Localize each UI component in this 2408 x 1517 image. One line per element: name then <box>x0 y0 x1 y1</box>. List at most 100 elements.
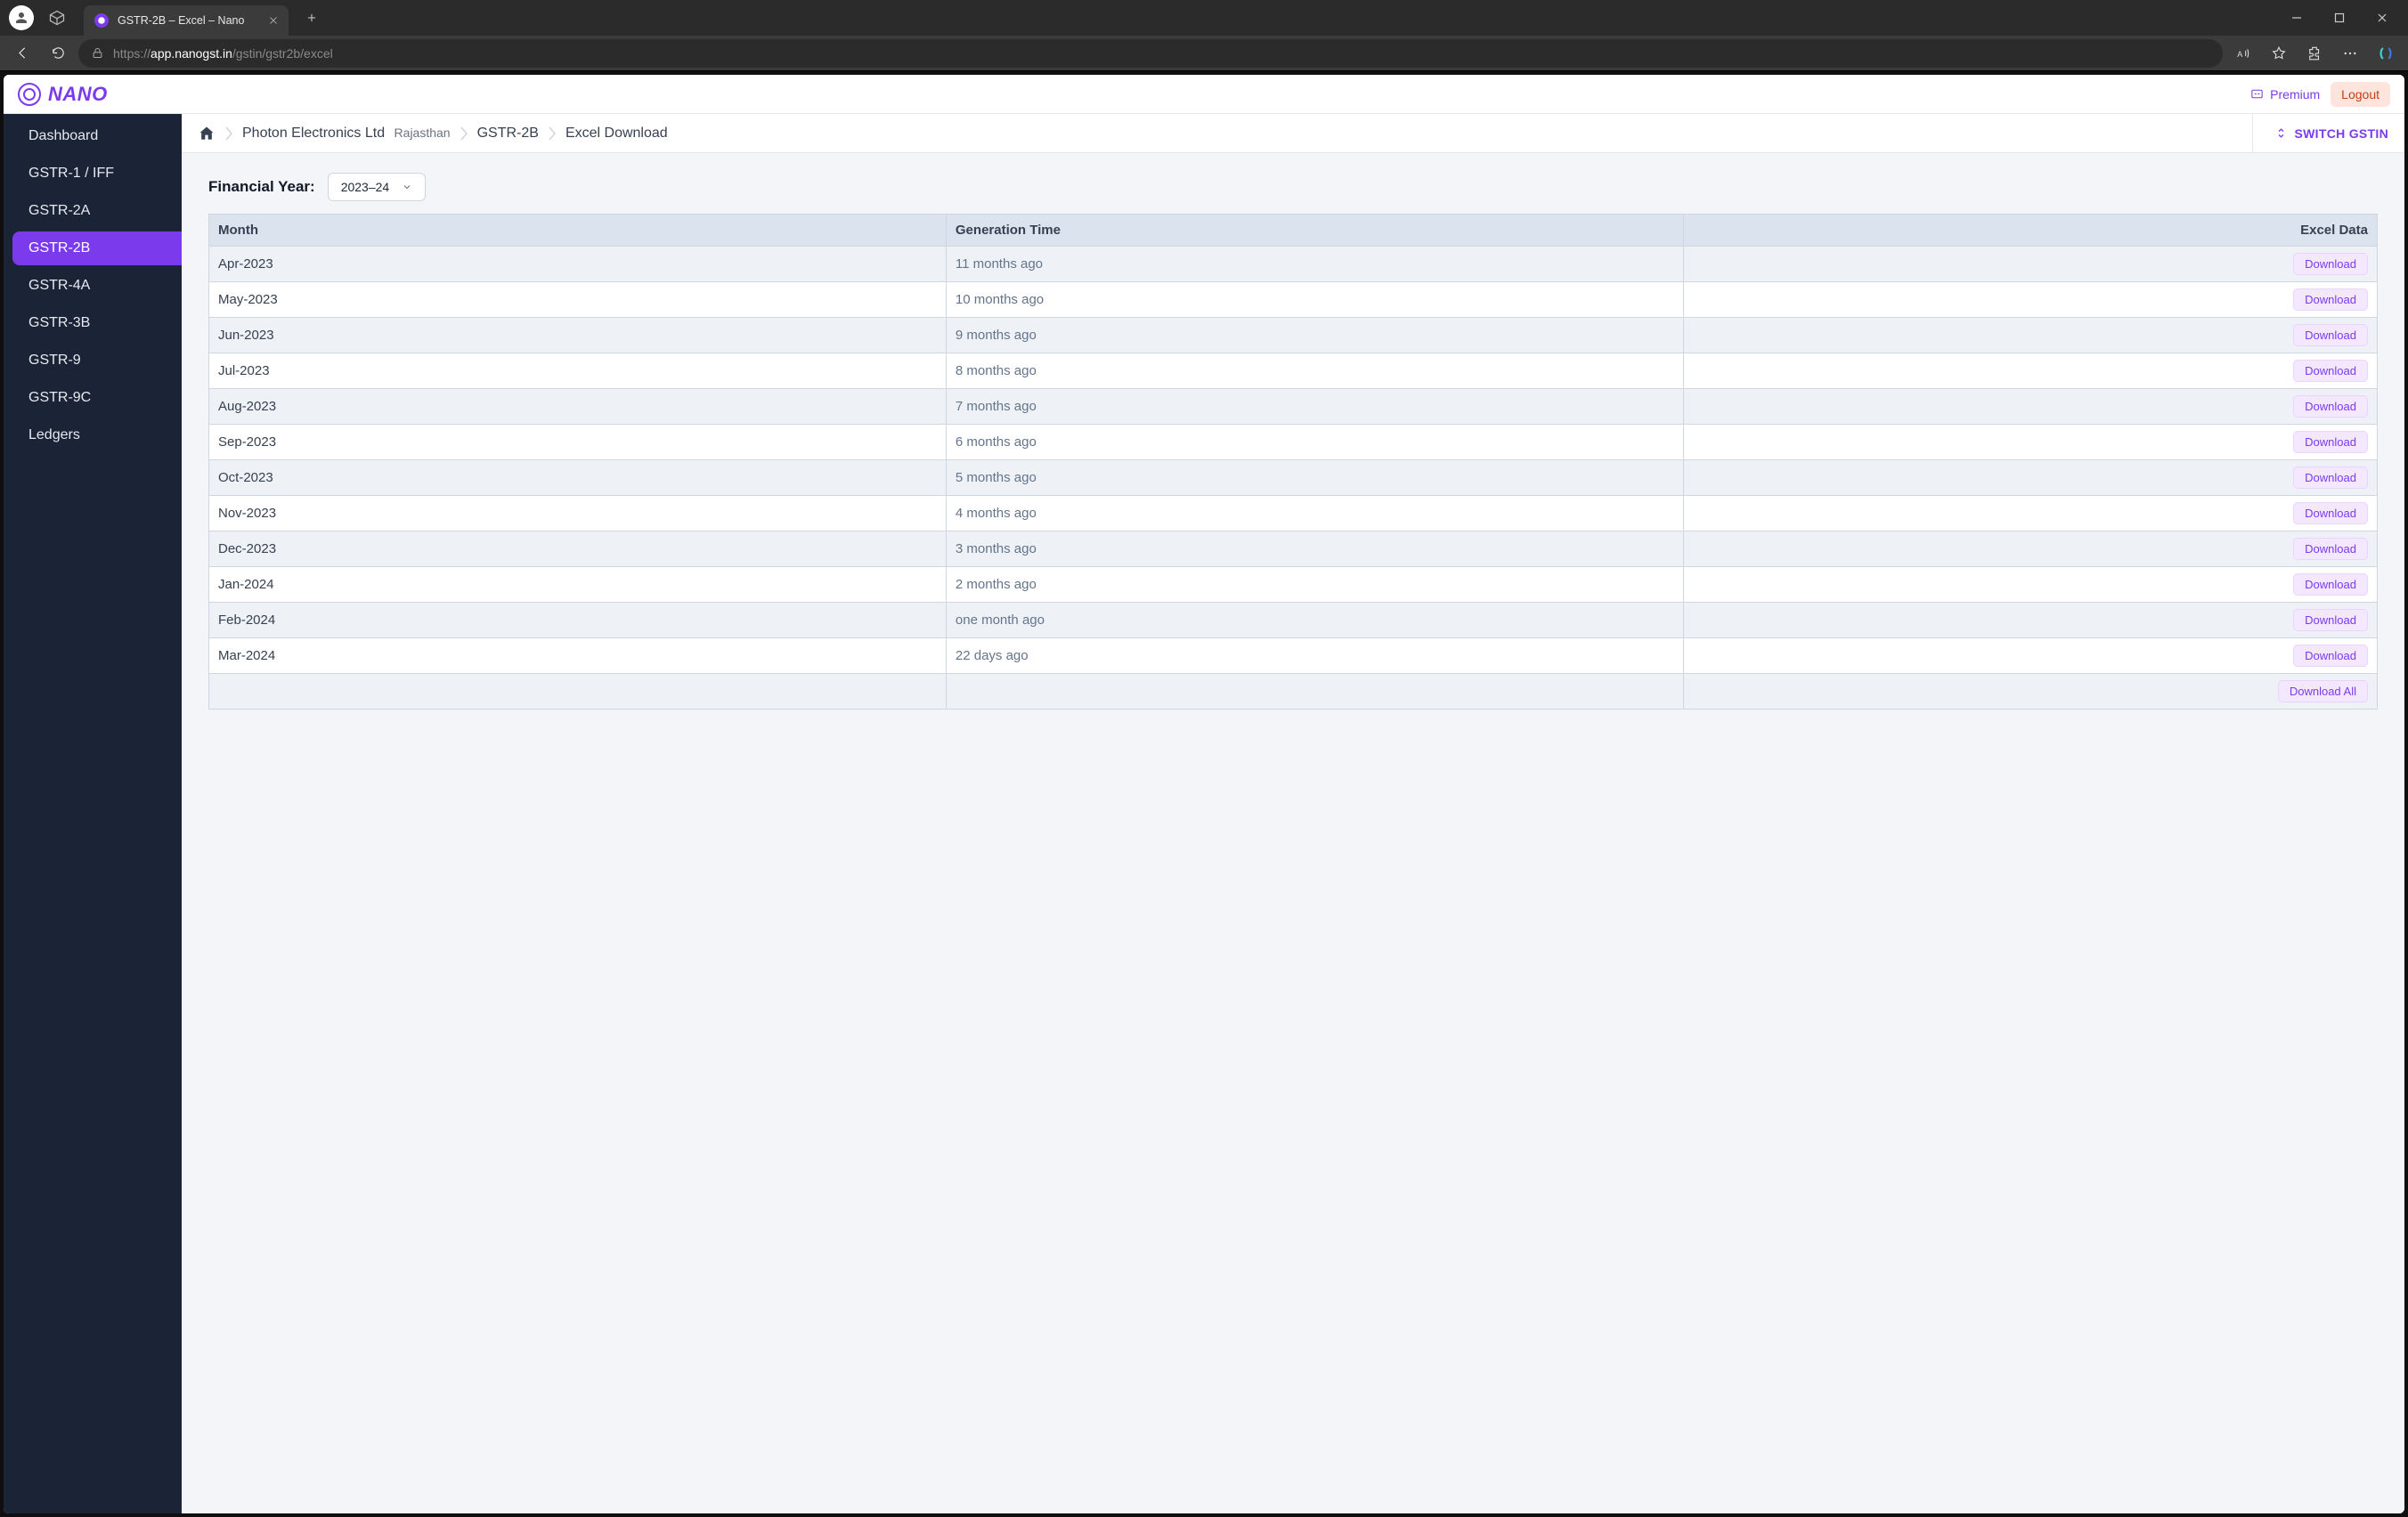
cell-excel-data: Download <box>1683 496 2377 531</box>
cell-month: Apr-2023 <box>209 247 947 282</box>
breadcrumb-section[interactable]: GSTR-2B <box>477 126 539 142</box>
cell-generation-time: 10 months ago <box>946 282 1683 318</box>
sidebar-item-gstr-3b[interactable]: GSTR-3B <box>12 306 182 340</box>
table-row: May-202310 months agoDownload <box>209 282 2378 318</box>
favorites-icon[interactable] <box>2264 38 2294 69</box>
cell-month: Sep-2023 <box>209 425 947 460</box>
sidebar-item-gstr-4a[interactable]: GSTR-4A <box>12 269 182 303</box>
financial-year-label: Financial Year: <box>208 178 315 196</box>
breadcrumb-company-name: Photon Electronics Ltd <box>242 126 385 141</box>
sidebar-item-gstr-2b[interactable]: GSTR-2B <box>12 231 182 265</box>
refresh-button[interactable] <box>43 38 73 69</box>
profile-avatar[interactable] <box>9 5 34 30</box>
cell-month: Mar-2024 <box>209 638 947 674</box>
cell-excel-data: Download <box>1683 567 2377 603</box>
premium-link[interactable]: Premium <box>2249 86 2320 101</box>
download-button[interactable]: Download <box>2293 609 2368 631</box>
main-panel: Photon Electronics Ltd Rajasthan GSTR-2B… <box>182 114 2404 1513</box>
cell-generation-time: 11 months ago <box>946 247 1683 282</box>
cell-month: Dec-2023 <box>209 531 947 567</box>
cell-generation-time: 8 months ago <box>946 353 1683 389</box>
back-button[interactable] <box>7 38 37 69</box>
cell-month: Oct-2023 <box>209 460 947 496</box>
table-row: Oct-20235 months agoDownload <box>209 460 2378 496</box>
financial-year-value: 2023–24 <box>341 180 390 194</box>
cell-excel-data: Download <box>1683 425 2377 460</box>
window-minimize-button[interactable] <box>2276 4 2317 32</box>
tab-title: GSTR-2B – Excel – Nano <box>118 14 244 27</box>
sidebar-item-gstr-9c[interactable]: GSTR-9C <box>12 381 182 415</box>
download-button[interactable]: Download <box>2293 573 2368 596</box>
lock-icon <box>91 46 104 60</box>
address-url: https://app.nanogst.in/gstin/gstr2b/exce… <box>113 46 333 61</box>
logout-button[interactable]: Logout <box>2331 82 2390 107</box>
address-bar[interactable]: https://app.nanogst.in/gstin/gstr2b/exce… <box>78 39 2223 68</box>
sort-icon <box>2274 126 2288 140</box>
excel-download-table: Month Generation Time Excel Data Apr-202… <box>208 214 2378 710</box>
table-header-row: Month Generation Time Excel Data <box>209 215 2378 247</box>
read-aloud-icon[interactable]: A <box>2228 38 2258 69</box>
cell-excel-data: Download <box>1683 353 2377 389</box>
download-button[interactable]: Download <box>2293 324 2368 346</box>
cell-excel-data: Download <box>1683 638 2377 674</box>
download-button[interactable]: Download <box>2293 538 2368 560</box>
download-button[interactable]: Download <box>2293 288 2368 311</box>
home-icon[interactable] <box>198 125 216 142</box>
download-button[interactable]: Download <box>2293 431 2368 453</box>
cell-month: Feb-2024 <box>209 603 947 638</box>
brand[interactable]: NANO <box>18 83 108 106</box>
cell-month: Jun-2023 <box>209 318 947 353</box>
download-button[interactable]: Download <box>2293 466 2368 489</box>
cell-generation-time: 3 months ago <box>946 531 1683 567</box>
workspaces-icon[interactable] <box>48 9 66 27</box>
chevron-right-icon <box>460 125 468 142</box>
table-row: Apr-202311 months ago Download <box>209 247 2378 282</box>
cell-generation-time: 22 days ago <box>946 638 1683 674</box>
cell-excel-data: Download <box>1683 247 2377 282</box>
switch-gstin-button[interactable]: SWITCH GSTIN <box>2252 114 2388 152</box>
tab-close-button[interactable] <box>267 14 280 27</box>
cell-excel-data: Download <box>1683 389 2377 425</box>
breadcrumb-bar: Photon Electronics Ltd Rajasthan GSTR-2B… <box>182 114 2404 153</box>
cell-month: Jul-2023 <box>209 353 947 389</box>
download-button[interactable]: Download <box>2293 360 2368 382</box>
download-button[interactable]: Download <box>2293 502 2368 524</box>
download-button[interactable]: Download <box>2293 253 2368 275</box>
breadcrumb-state: Rajasthan <box>395 126 451 140</box>
cell-excel-data: Download <box>1683 531 2377 567</box>
table-row: Dec-20233 months ago Download <box>209 531 2378 567</box>
download-button[interactable]: Download <box>2293 395 2368 418</box>
browser-tab-strip: GSTR-2B – Excel – Nano <box>0 0 2408 36</box>
sidebar-item-gstr-1-iff[interactable]: GSTR-1 / IFF <box>12 157 182 191</box>
download-button[interactable]: Download <box>2293 645 2368 667</box>
sidebar-item-gstr-9[interactable]: GSTR-9 <box>12 344 182 377</box>
window-controls <box>2276 4 2403 32</box>
breadcrumb-company[interactable]: Photon Electronics Ltd Rajasthan <box>242 126 451 142</box>
download-all-button[interactable]: Download All <box>2278 680 2368 702</box>
tab-favicon-icon <box>94 13 109 28</box>
browser-tab[interactable]: GSTR-2B – Excel – Nano <box>84 5 289 36</box>
sidebar-item-dashboard[interactable]: Dashboard <box>12 119 182 153</box>
col-header-generation-time: Generation Time <box>946 215 1683 247</box>
cell-generation-time: 2 months ago <box>946 567 1683 603</box>
cell-generation-time: 4 months ago <box>946 496 1683 531</box>
table-row: Mar-202422 days ago Download <box>209 638 2378 674</box>
financial-year-select[interactable]: 2023–24 <box>328 173 427 201</box>
table-row: Jun-20239 months ago Download <box>209 318 2378 353</box>
window-maximize-button[interactable] <box>2319 4 2360 32</box>
sidebar-item-gstr-2a[interactable]: GSTR-2A <box>12 194 182 228</box>
cell-month: Nov-2023 <box>209 496 947 531</box>
table-footer-row: Download All <box>209 674 2378 710</box>
new-tab-button[interactable] <box>299 5 324 30</box>
switch-gstin-label: SWITCH GSTIN <box>2295 126 2388 141</box>
cell-generation-time: 9 months ago <box>946 318 1683 353</box>
window-close-button[interactable] <box>2362 4 2403 32</box>
col-header-month: Month <box>209 215 947 247</box>
copilot-icon[interactable] <box>2371 38 2401 69</box>
svg-text:A: A <box>2237 49 2242 58</box>
extensions-icon[interactable] <box>2299 38 2330 69</box>
more-menu-icon[interactable] <box>2335 38 2365 69</box>
sidebar-nav: Dashboard GSTR-1 / IFFGSTR-2AGSTR-2B GSTR-… <box>4 114 182 1513</box>
sidebar-item-ledgers[interactable]: Ledgers <box>12 418 182 452</box>
app-viewport: NANO Premium Logout Dashboard GSTR-1 / IF… <box>4 75 2404 1513</box>
